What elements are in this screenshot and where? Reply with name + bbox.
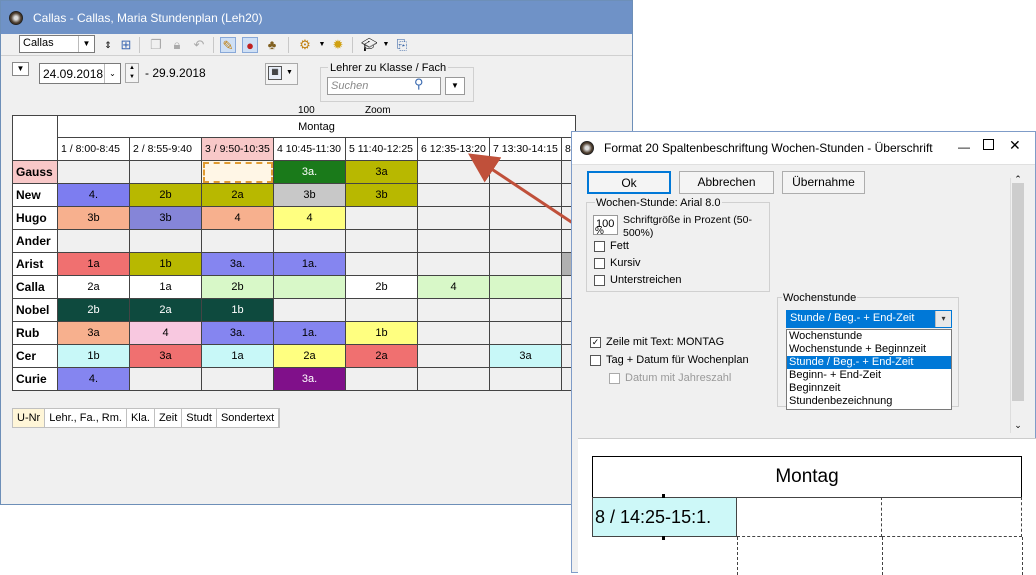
date-year-label: Datum mit Jahreszahl <box>625 372 732 384</box>
checkbox-box <box>590 354 601 366</box>
resize-handle[interactable] <box>662 494 665 498</box>
preview-gridline <box>737 537 738 575</box>
row-text-label: Zeile mit Text: MONTAG <box>606 336 725 348</box>
preview-day-header: Montag <box>592 456 1022 498</box>
dialog-scrollbar[interactable]: ⌃ ⌄ <box>1010 174 1025 433</box>
apply-button[interactable]: Übernahme <box>782 171 865 194</box>
cancel-button[interactable]: Abbrechen <box>679 171 774 194</box>
ok-button[interactable]: Ok <box>587 171 671 194</box>
date-year-checkbox[interactable]: Datum mit Jahreszahl <box>609 372 731 384</box>
week-hour-option[interactable]: Wochenstunde + Beginnzeit <box>787 343 951 356</box>
checkbox-box <box>594 240 605 252</box>
week-hour-option[interactable]: Stunde / Beg.- + End-Zeit <box>787 356 951 369</box>
week-hour-options-list[interactable]: Wochenstunde Wochenstunde + Beginnzeit Stu… <box>786 329 952 410</box>
bold-label: Fett <box>610 240 629 252</box>
checkbox-box <box>609 372 620 384</box>
preview-gridline <box>1022 537 1023 575</box>
scroll-down-icon[interactable]: ⌄ <box>1011 420 1025 431</box>
font-group-label: Wochen-Stunde: Arial 8.0 <box>595 197 722 209</box>
preview-empty-cell <box>737 497 882 537</box>
week-hour-option[interactable]: Beginn- + End-Zeit <box>787 369 951 382</box>
week-hour-label: Wochenstunde <box>782 292 858 304</box>
format-dialog: Format 20 Spaltenbeschriftung Wochen-Stu… <box>571 131 1036 575</box>
preview-pane: Montag 8 / 14:25-15:1. <box>578 438 1036 575</box>
checkbox-box <box>594 257 605 269</box>
minimize-icon[interactable]: — <box>958 140 970 154</box>
week-hour-option[interactable]: Beginnzeit <box>787 382 951 395</box>
underline-checkbox[interactable]: Unterstreichen <box>594 274 682 286</box>
preview-gridline <box>882 537 883 575</box>
checkbox-box <box>594 274 605 286</box>
underline-label: Unterstreichen <box>610 274 682 286</box>
preview-empty-cell <box>882 497 1022 537</box>
chevron-down-icon: ▾ <box>935 311 951 327</box>
scrollbar-thumb[interactable] <box>1012 183 1024 401</box>
maximize-icon[interactable] <box>983 139 994 150</box>
close-icon[interactable]: ✕ <box>1009 137 1021 154</box>
week-hour-option[interactable]: Wochenstunde <box>787 330 951 343</box>
dialog-titlebar[interactable]: Format 20 Spaltenbeschriftung Wochen-Stu… <box>572 132 1035 165</box>
italic-checkbox[interactable]: Kursiv <box>594 257 641 269</box>
percent-unit: % <box>595 226 604 237</box>
day-date-checkbox[interactable]: Tag + Datum für Wochenplan <box>590 354 749 366</box>
bold-checkbox[interactable]: Fett <box>594 240 629 252</box>
untis-logo-icon <box>580 141 594 155</box>
resize-handle[interactable] <box>662 536 665 540</box>
font-size-description: Schriftgröße in Prozent (50-500%) <box>623 214 752 239</box>
italic-label: Kursiv <box>610 257 641 269</box>
week-hour-option[interactable]: Stundenbezeichnung <box>787 395 951 408</box>
week-hour-combo[interactable]: Stunde / Beg.- + End-Zeit ▾ <box>786 310 952 328</box>
dialog-title: Format 20 Spaltenbeschriftung Wochen-Stu… <box>604 141 933 155</box>
week-hour-combo-value: Stunde / Beg.- + End-Zeit <box>790 312 915 324</box>
preview-period-cell: 8 / 14:25-15:1. <box>592 497 737 537</box>
checkbox-checked-icon: ✓ <box>590 336 601 348</box>
row-text-checkbox[interactable]: ✓ Zeile mit Text: MONTAG <box>590 336 724 348</box>
day-date-label: Tag + Datum für Wochenplan <box>606 354 749 366</box>
